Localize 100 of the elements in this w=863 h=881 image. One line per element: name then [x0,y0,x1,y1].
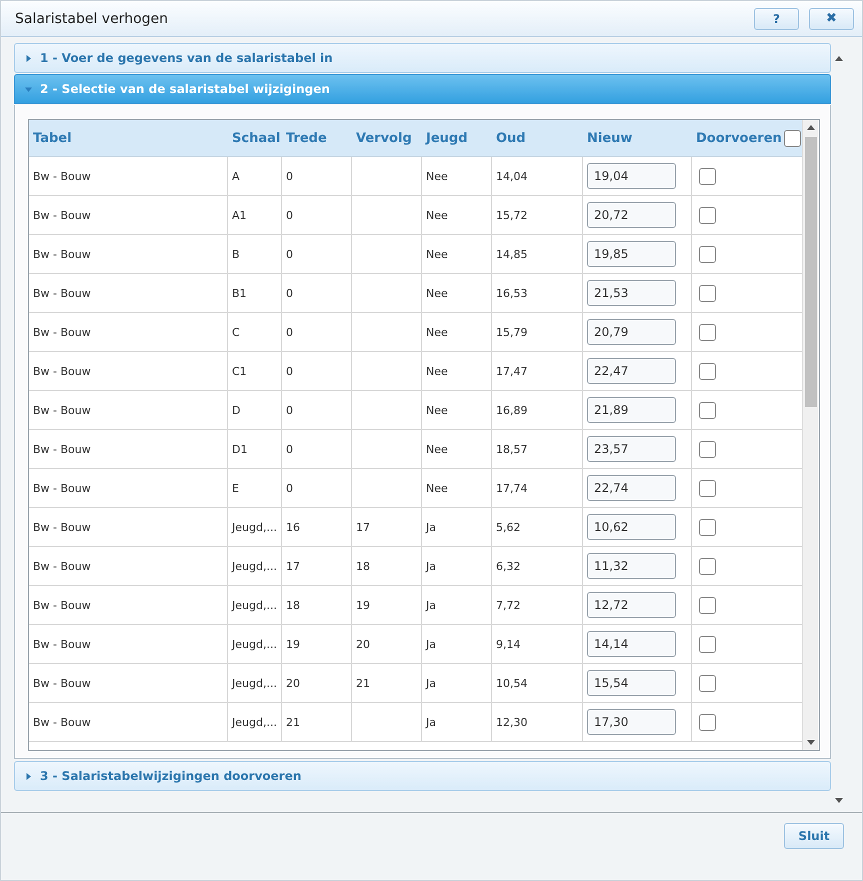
table-cell: 0 [286,286,293,300]
new-value-field[interactable]: 20,79 [587,319,676,345]
table-cell: 0 [286,208,293,222]
column-header[interactable]: Oud [496,130,526,146]
apply-checkbox[interactable] [699,558,716,574]
column-header[interactable]: Vervolg [356,130,412,146]
table-cell: Ja [426,560,436,572]
column-header[interactable]: Jeugd [426,130,468,146]
table-cell: 16,89 [496,404,528,416]
scroll-down-icon[interactable] [806,740,814,745]
table-cell: 9,14 [496,638,520,650]
section-header[interactable]: 3 - Salaristabelwijzigingen doorvoeren [14,761,831,791]
table-cell: A [232,170,240,182]
apply-checkbox[interactable] [699,596,716,614]
close-button[interactable]: ✖ [809,8,854,30]
table-cell: 17,74 [496,482,528,494]
scroll-up-icon[interactable] [806,125,814,130]
apply-checkbox[interactable] [699,480,716,496]
column-header[interactable]: Nieuw [587,130,632,146]
table-cell: Bw - Bouw [33,598,91,612]
apply-checkbox[interactable] [699,714,716,730]
new-value-field[interactable]: 19,85 [587,241,676,267]
table-cell: Bw - Bouw [33,208,91,222]
table-cell: 5,62 [496,520,520,534]
apply-checkbox[interactable] [699,246,716,262]
apply-checkbox[interactable] [699,440,716,458]
table-cell: 19 [286,638,300,650]
table-cell: Jeugd,... [232,520,277,534]
table-cell: 16 [286,520,300,534]
apply-checkbox[interactable] [699,402,716,418]
scroll-down-icon[interactable] [835,798,843,803]
table-cell: 0 [286,364,293,378]
caret-down-icon [25,86,32,92]
new-value-field[interactable]: 22,74 [587,475,676,501]
table-cell: Ja [426,638,436,650]
new-value-field[interactable]: 23,57 [587,436,676,462]
table-cell: Ja [426,598,436,612]
table-cell: Bw - Bouw [33,560,91,572]
table-cell: 0 [286,248,293,260]
section-header[interactable]: 1 - Voer de gegevens van de salaristabel in [14,43,831,73]
column-header[interactable]: Doorvoeren [696,130,782,146]
new-value-field[interactable]: 20,72 [587,202,676,228]
column-header[interactable]: Schaal [232,130,280,146]
select-all-checkbox[interactable] [784,130,801,146]
table-cell: Jeugd,... [232,676,277,690]
table-cell: 16,53 [496,286,528,300]
new-value-field[interactable]: 17,30 [587,709,676,735]
table-cell: 18,57 [496,442,528,456]
table-cell: 0 [286,442,293,456]
new-value-field[interactable]: 21,89 [587,397,676,423]
table-cell: 0 [286,326,293,338]
table-cell: Bw - Bouw [33,364,91,378]
table-cell: Nee [426,364,448,378]
table-cell: 7,72 [496,598,520,612]
close-dialog-button[interactable]: Sluit [784,823,844,849]
apply-checkbox[interactable] [699,362,716,380]
table-cell: Nee [426,482,448,494]
table-cell: Bw - Bouw [33,638,91,650]
table-cell: C1 [232,364,247,378]
window-title: Salaristabel verhogen [15,10,170,26]
apply-checkbox[interactable] [699,518,716,536]
table-cell: A1 [232,208,247,222]
new-value-field[interactable]: 12,72 [587,592,676,618]
table-cell: Jeugd,... [232,638,277,650]
apply-checkbox[interactable] [699,206,716,224]
table-cell: 17 [286,560,300,572]
new-value-field[interactable]: 11,32 [587,553,676,579]
table-cell: 19 [356,598,370,612]
new-value-field[interactable]: 10,62 [587,514,676,540]
apply-checkbox[interactable] [699,636,716,652]
table-cell: Bw - Bouw [33,248,91,260]
column-header[interactable]: Trede [286,130,327,146]
table-cell: Nee [426,326,448,338]
new-value-field[interactable]: 21,53 [587,280,676,306]
table-cell: Bw - Bouw [33,326,91,338]
apply-checkbox[interactable] [699,168,716,184]
table-cell: Ja [426,676,436,690]
table-cell: C [232,326,240,338]
table-cell: Bw - Bouw [33,676,91,690]
table-cell: Nee [426,442,448,456]
table-cell: Nee [426,208,448,222]
scrollbar[interactable] [802,120,818,750]
table-cell: 17,47 [496,364,528,378]
table-cell: Jeugd,... [232,716,277,728]
table-cell: Nee [426,286,448,300]
apply-checkbox[interactable] [699,284,716,302]
apply-checkbox[interactable] [699,324,716,340]
column-header[interactable]: Tabel [33,130,72,146]
new-value-field[interactable]: 19,04 [587,163,676,189]
new-value-field[interactable]: 14,14 [587,631,676,657]
new-value-field[interactable]: 22,47 [587,358,676,384]
table-cell: 0 [286,170,293,182]
table-cell: 15,79 [496,326,528,338]
caret-right-icon [25,772,32,780]
table-cell: 20 [356,638,370,650]
apply-checkbox[interactable] [699,674,716,692]
new-value-field[interactable]: 15,54 [587,670,676,696]
table-cell: E [232,482,239,494]
scroll-up-icon[interactable] [835,56,843,61]
help-button[interactable]: ? [754,8,799,30]
